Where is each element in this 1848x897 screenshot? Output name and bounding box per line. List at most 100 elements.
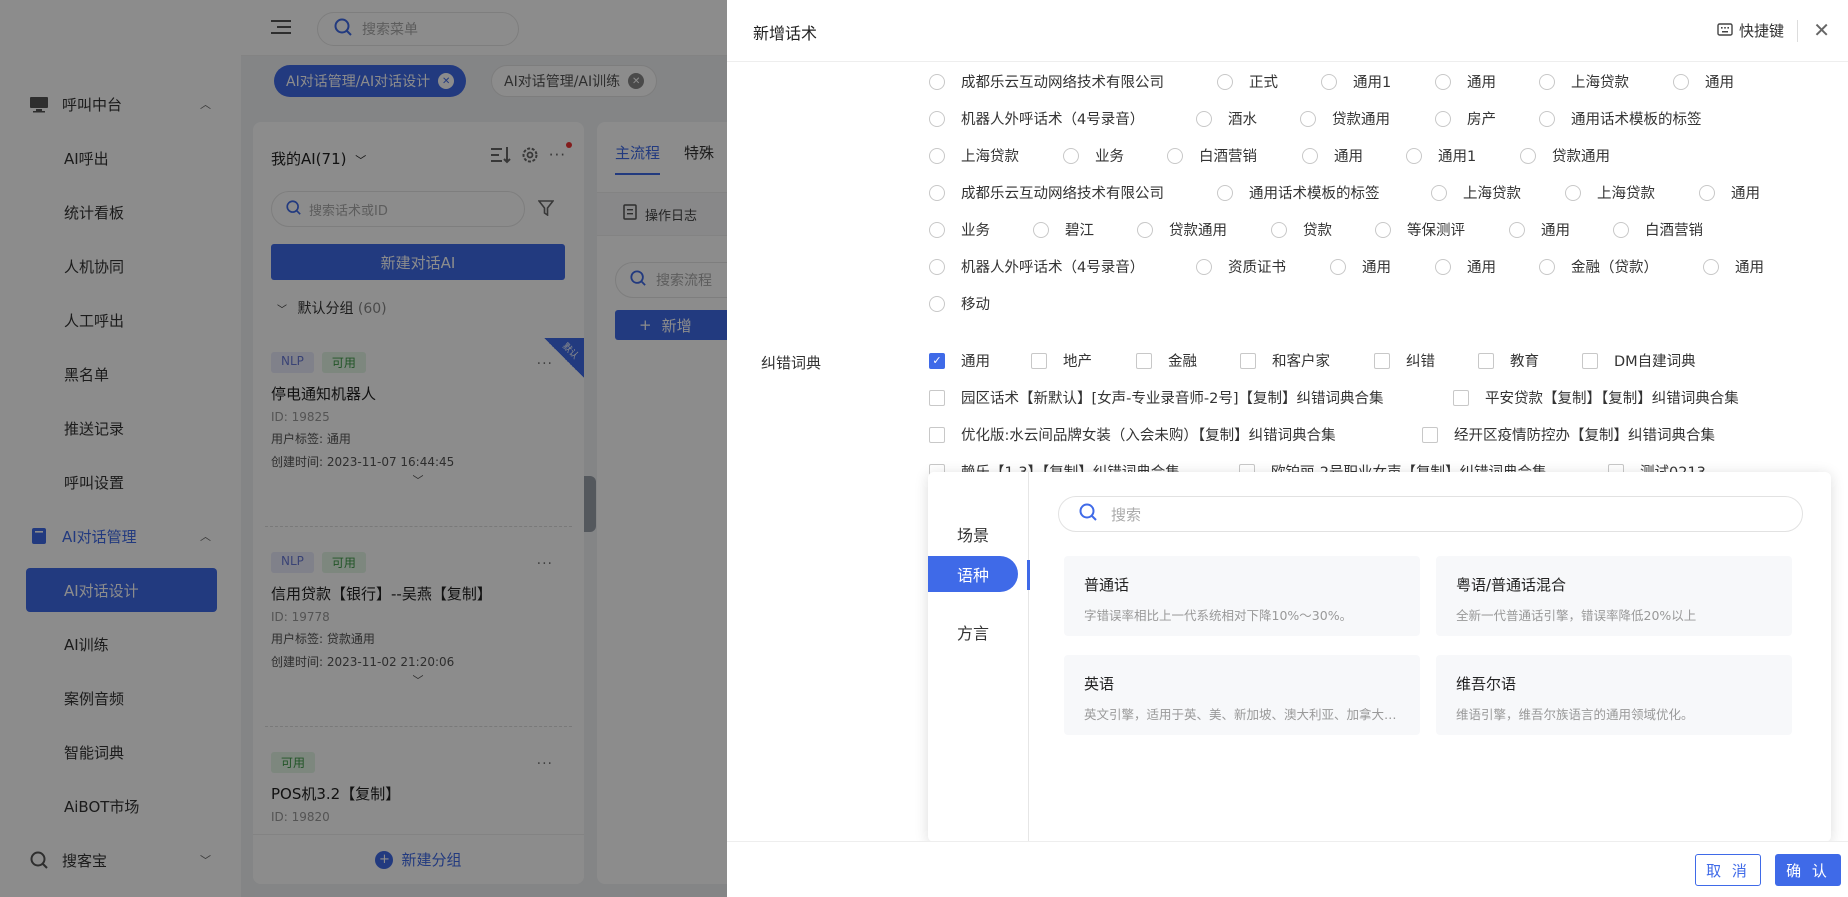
tag-radio[interactable]: 成都乐云互动网络技术有限公司 [929,71,1164,92]
tag-radio[interactable]: 贷款 [1271,219,1332,240]
tag-radio[interactable]: 正式 [1217,71,1278,92]
tag-radio[interactable]: 金融（贷款） [1539,256,1658,277]
dict-checkbox[interactable]: 经开区疫情防控办【复制】纠错词典合集 [1422,424,1715,445]
radio-button[interactable] [1033,221,1049,238]
language-card[interactable]: 英语 英文引擎，适用于英、美、新加坡、澳大利亚、加拿大等英语国家 [1064,655,1420,735]
tag-radio[interactable]: 碧江 [1033,219,1094,240]
radio-button[interactable] [1217,73,1233,90]
radio-button[interactable] [1330,258,1346,275]
radio-button[interactable] [1435,73,1451,90]
radio-button[interactable] [1217,184,1233,201]
modal-overlay[interactable] [0,0,727,897]
tag-radio[interactable]: 通用 [1673,71,1734,92]
dict-checkbox[interactable]: 金融 [1136,350,1197,371]
radio-button[interactable] [1435,258,1451,275]
close-icon[interactable]: ✕ [1813,18,1830,42]
tag-radio[interactable]: 上海贷款 [929,145,1019,166]
tag-radio[interactable]: 通用 [1435,256,1496,277]
tag-radio[interactable]: 通用1 [1406,145,1476,166]
dict-checkbox[interactable]: DM自建词典 [1582,350,1696,371]
tag-radio[interactable]: 上海贷款 [1431,182,1521,203]
dict-checkbox[interactable]: 优化版:水云间品牌女装（入会未购）【复制】纠错词典合集 [929,424,1336,445]
picker-tab-dialect[interactable]: 方言 [928,614,1018,650]
dict-checkbox[interactable]: 纠错 [1374,350,1435,371]
radio-button[interactable] [1539,110,1555,127]
tag-radio[interactable]: 通用话术模板的标签 [1539,108,1702,129]
language-card[interactable]: 粤语/普通话混合 全新一代普通话引擎，错误率降低20%以上 [1436,556,1792,636]
tag-radio[interactable]: 通用1 [1321,71,1391,92]
cancel-button[interactable]: 取 消 [1695,854,1761,886]
checkbox[interactable] [929,389,945,406]
radio-button[interactable] [929,221,945,238]
language-card[interactable]: 普通话 字错误率相比上一代系统相对下降10%～30%。 [1064,556,1420,636]
dict-checkbox[interactable]: ✓ 通用 [929,350,990,371]
radio-button[interactable] [1196,110,1212,127]
radio-button[interactable] [1699,184,1715,201]
dict-checkbox[interactable]: 园区话术【新默认】[女声-专业录音师-2号]【复制】纠错词典合集 [929,387,1384,408]
radio-button[interactable] [1302,147,1318,164]
radio-button[interactable] [1673,73,1689,90]
radio-button[interactable] [1300,110,1316,127]
tag-radio[interactable]: 酒水 [1196,108,1257,129]
tag-radio[interactable]: 机器人外呼话术（4号录音） [929,256,1144,277]
checkmark-icon[interactable]: ✓ [929,352,945,369]
radio-button[interactable] [1321,73,1337,90]
radio-button[interactable] [1167,147,1183,164]
radio-button[interactable] [1703,258,1719,275]
radio-button[interactable] [929,73,945,90]
radio-button[interactable] [1375,221,1391,238]
radio-button[interactable] [1063,147,1079,164]
radio-button[interactable] [1196,258,1212,275]
tag-radio[interactable]: 贷款通用 [1137,219,1227,240]
radio-button[interactable] [1406,147,1422,164]
tag-radio[interactable]: 上海贷款 [1565,182,1655,203]
checkbox[interactable] [1240,352,1256,369]
language-card[interactable]: 维吾尔语 维语引擎，维吾尔族语言的通用领域优化。 [1436,655,1792,735]
picker-search-input[interactable]: 搜索 [1058,496,1803,532]
shortcut-button[interactable]: 快捷键 [1717,20,1784,41]
radio-button[interactable] [1509,221,1525,238]
checkbox[interactable] [1136,352,1152,369]
checkbox[interactable] [929,426,945,443]
radio-button[interactable] [929,110,945,127]
radio-button[interactable] [929,147,945,164]
tag-radio[interactable]: 通用 [1302,145,1363,166]
tag-radio[interactable]: 上海贷款 [1539,71,1629,92]
tag-radio[interactable]: 通用 [1703,256,1764,277]
confirm-button[interactable]: 确 认 [1775,854,1841,886]
tag-radio[interactable]: 房产 [1435,108,1496,129]
checkbox[interactable] [1031,352,1047,369]
radio-button[interactable] [1435,110,1451,127]
tag-radio[interactable]: 通用 [1699,182,1760,203]
dict-checkbox[interactable]: 教育 [1478,350,1539,371]
dict-checkbox[interactable]: 和客户家 [1240,350,1330,371]
radio-button[interactable] [1431,184,1447,201]
picker-tab-scene[interactable]: 场景 [928,516,1018,552]
tag-radio[interactable]: 通用话术模板的标签 [1217,182,1380,203]
tag-radio[interactable]: 移动 [929,293,990,314]
dict-checkbox[interactable]: 地产 [1031,350,1092,371]
radio-button[interactable] [1520,147,1536,164]
radio-button[interactable] [1565,184,1581,201]
tag-radio[interactable]: 机器人外呼话术（4号录音） [929,108,1144,129]
tag-radio[interactable]: 等保测评 [1375,219,1465,240]
radio-button[interactable] [1539,73,1555,90]
checkbox[interactable] [1374,352,1390,369]
tag-radio[interactable]: 通用 [1509,219,1570,240]
dict-checkbox[interactable]: 平安贷款【复制】【复制】纠错词典合集 [1453,387,1739,408]
tag-radio[interactable]: 贷款通用 [1300,108,1390,129]
tag-radio[interactable]: 业务 [1063,145,1124,166]
tag-radio[interactable]: 资质证书 [1196,256,1286,277]
radio-button[interactable] [929,258,945,275]
checkbox[interactable] [1422,426,1438,443]
radio-button[interactable] [1137,221,1153,238]
tag-radio[interactable]: 白酒营销 [1167,145,1257,166]
checkbox[interactable] [1453,389,1469,406]
tag-radio[interactable]: 通用 [1330,256,1391,277]
picker-tab-language[interactable]: 语种 [928,556,1018,592]
radio-button[interactable] [929,295,945,312]
tag-radio[interactable]: 业务 [929,219,990,240]
tag-radio[interactable]: 贷款通用 [1520,145,1610,166]
tag-radio[interactable]: 白酒营销 [1613,219,1703,240]
checkbox[interactable] [1478,352,1494,369]
